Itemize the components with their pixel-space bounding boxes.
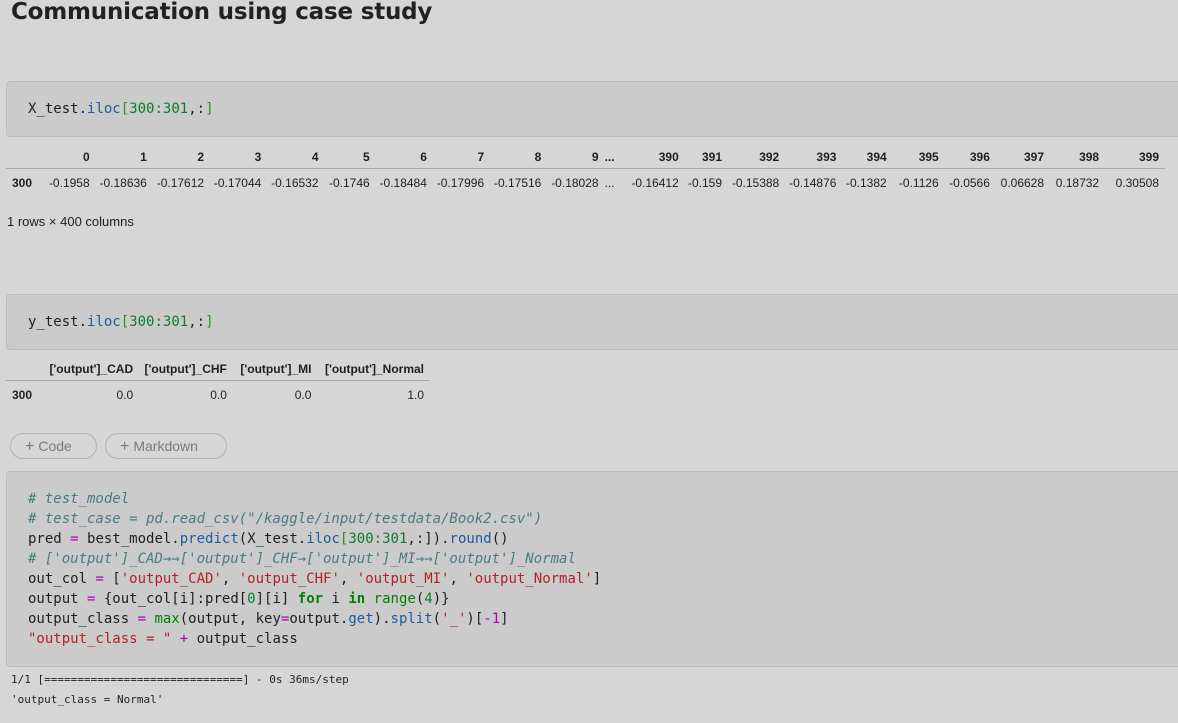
dataframe-shape-label: 1 rows × 400 columns	[7, 214, 134, 229]
table-cell: -0.16532	[271, 176, 319, 190]
table-cell: -0.1746	[328, 176, 370, 190]
table-cell: 0.18732	[1055, 176, 1100, 190]
table-cell: -0.1126	[898, 176, 939, 190]
column-header: 7	[426, 145, 485, 169]
table-cell: 0.06628	[1000, 176, 1045, 190]
column-header: 2	[146, 145, 205, 169]
row-index: 300	[12, 176, 33, 190]
column-header: 0	[42, 145, 90, 169]
dataframe-x-test: 0 1 2 3 4 5 6 7 8 9 ... 390 391 392 393 …	[6, 145, 1165, 197]
table-cell: -0.1382	[845, 176, 887, 190]
table-cell: -0.1958	[48, 176, 90, 190]
table-cell: -0.15388	[731, 176, 780, 190]
code-line: output = {out_col[i]:pred[0][i] for i in…	[28, 591, 450, 607]
table-cell: -0.16412	[631, 176, 679, 190]
code-cell-test-model[interactable]: # test_model # test_case = pd.read_csv("…	[6, 471, 1178, 667]
column-header: 392	[722, 145, 780, 169]
column-header: 397	[989, 145, 1045, 169]
column-header: ['output']_CAD	[40, 358, 134, 381]
code-line: # test_case = pd.read_csv("/kaggle/input…	[28, 511, 543, 527]
table-cell: -0.159	[687, 176, 723, 190]
column-header: ...	[598, 145, 621, 169]
table-cell: -0.18636	[99, 176, 147, 190]
table-cell: -0.17996	[436, 176, 485, 190]
add-code-cell-button[interactable]: + Code	[10, 433, 97, 459]
code-line: y_test.iloc[300:301,:]	[28, 314, 214, 330]
plus-icon: +	[25, 438, 35, 455]
table-cell: 1.0	[407, 388, 424, 402]
plus-icon: +	[120, 438, 130, 455]
code-line: output_class = max(output, key=output.ge…	[28, 611, 509, 627]
add-code-label: Code	[38, 438, 72, 454]
cell-output-result: 'output_class = Normal'	[11, 693, 164, 706]
table-cell: -0.18484	[379, 176, 427, 190]
code-line: out_col = ['output_CAD', 'output_CHF', '…	[28, 571, 602, 587]
table-cell: -0.14876	[789, 176, 837, 190]
column-header: 5	[318, 145, 370, 169]
column-header: ['output']_MI	[226, 358, 312, 381]
table-row: 300 0.0 0.0 0.0 1.0	[6, 381, 430, 410]
add-markdown-cell-button[interactable]: + Markdown	[105, 433, 227, 459]
column-header: 394	[836, 145, 887, 169]
table-row: 300 -0.1958 -0.18636 -0.17612 -0.17044 -…	[6, 169, 1165, 198]
table-cell: 0.30508	[1115, 176, 1159, 190]
code-cell-x-test[interactable]: X_test.iloc[300:301,:]	[6, 81, 1178, 137]
table-cell: -0.17612	[156, 176, 205, 190]
table-cell: -0.17044	[213, 176, 262, 190]
table-cell: 0.0	[210, 388, 227, 402]
table-cell: -0.0566	[949, 176, 990, 190]
code-cell-y-test[interactable]: y_test.iloc[300:301,:]	[6, 294, 1178, 350]
column-header: 399	[1099, 145, 1165, 169]
column-header: 9	[541, 145, 599, 169]
code-line: "output_class = " + output_class	[28, 631, 298, 647]
column-header: 390	[620, 145, 679, 169]
column-header: 4	[261, 145, 319, 169]
column-header: 396	[938, 145, 990, 169]
table-cell: 0.0	[116, 388, 134, 402]
column-header	[6, 358, 41, 381]
dataframe-y-test: ['output']_CAD ['output']_CHF ['output']…	[6, 358, 430, 409]
column-header: ['output']_Normal	[311, 358, 430, 381]
page-title: Communication using case study	[11, 0, 433, 25]
table-cell: -0.17516	[493, 176, 542, 190]
table-header-row: 0 1 2 3 4 5 6 7 8 9 ... 390 391 392 393 …	[6, 145, 1165, 169]
column-header: 391	[678, 145, 723, 169]
column-header: 3	[204, 145, 262, 169]
column-header: 8	[484, 145, 542, 169]
code-line: # ['output']_CAD→→['output']_CHF→['outpu…	[28, 551, 576, 567]
cell-output-progress: 1/1 [==============================] - 0…	[11, 673, 349, 686]
table-cell: -0.18028	[551, 176, 599, 190]
table-cell: ...	[604, 176, 615, 190]
column-header: 6	[369, 145, 427, 169]
code-line: # test_model	[28, 491, 130, 507]
row-index: 300	[12, 388, 33, 402]
table-header-row: ['output']_CAD ['output']_CHF ['output']…	[6, 358, 430, 381]
column-header: 1	[89, 145, 147, 169]
table-cell: 0.0	[294, 388, 312, 402]
column-header	[6, 145, 43, 169]
column-header: 398	[1044, 145, 1100, 169]
column-header: ['output']_CHF	[133, 358, 227, 381]
column-header: 393	[779, 145, 837, 169]
code-line: pred = best_model.predict(X_test.iloc[30…	[28, 531, 509, 547]
code-line: X_test.iloc[300:301,:]	[28, 101, 214, 117]
add-markdown-label: Markdown	[133, 438, 198, 454]
column-header: 395	[886, 145, 939, 169]
